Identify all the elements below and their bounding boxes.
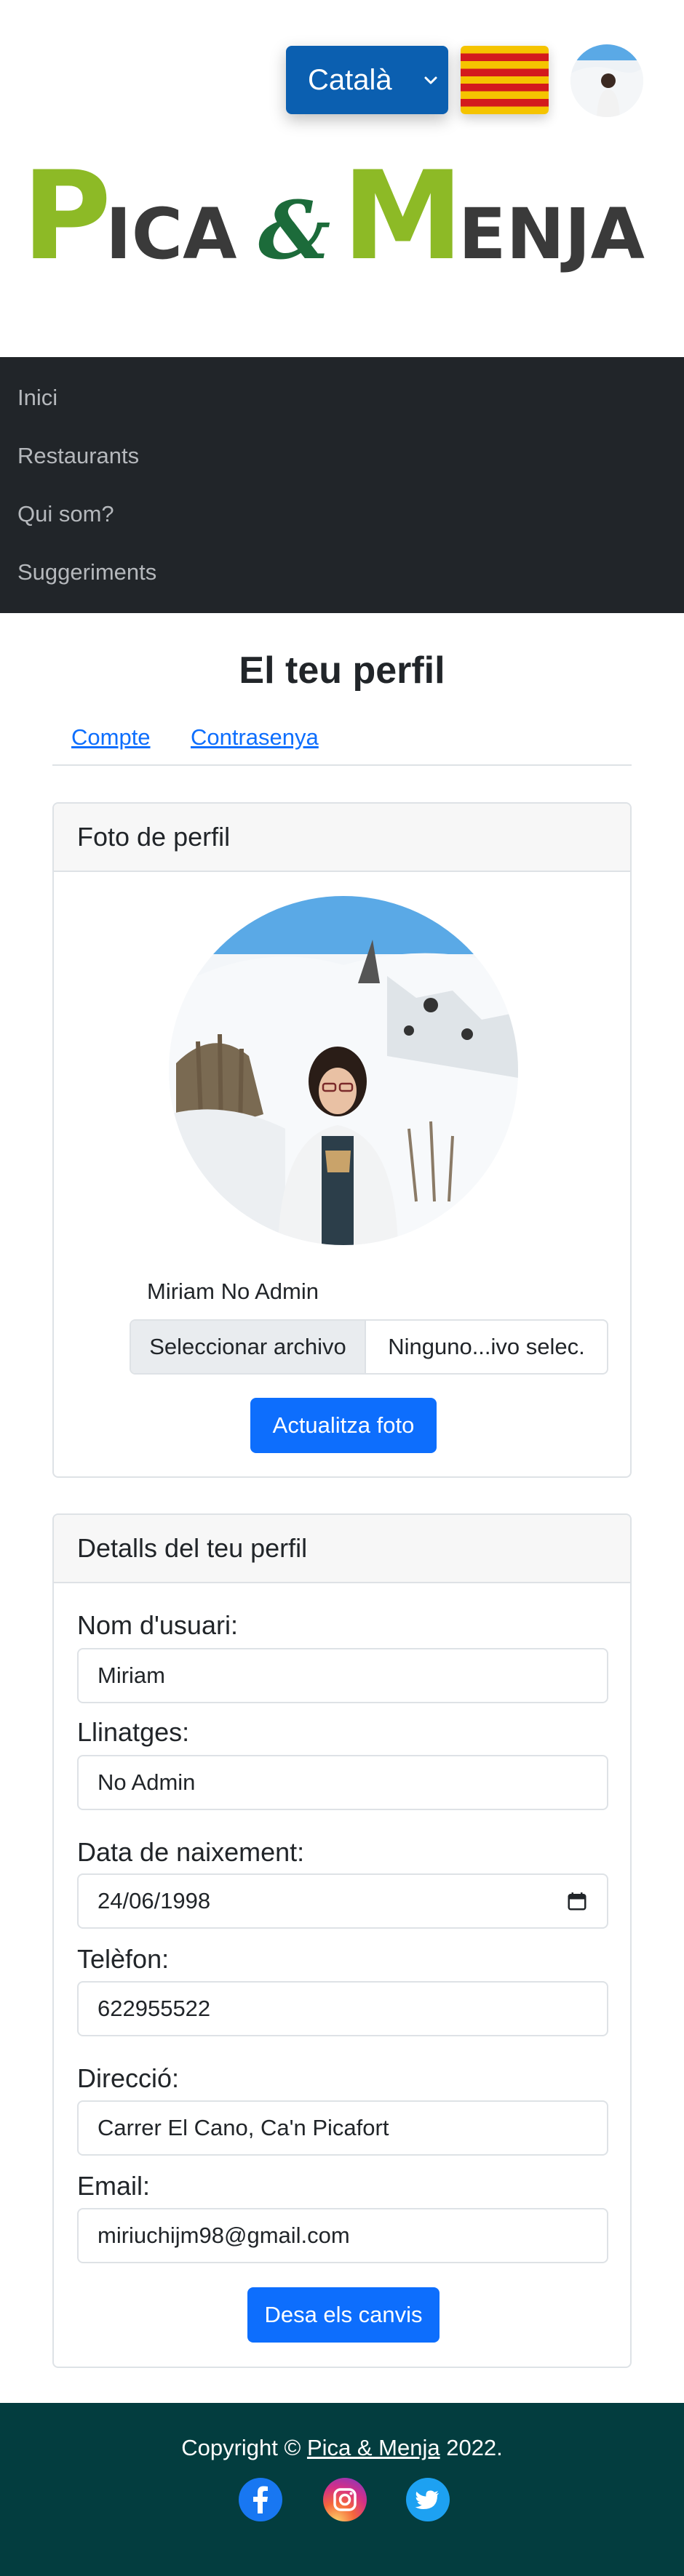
profile-details-card-header: Detalls del teu perfil [54,1515,630,1583]
username-field[interactable]: Miriam [77,1648,608,1703]
phone-field[interactable]: 622955522 [77,1981,608,2036]
site-footer: Copyright © Pica & Menja 2022. [0,2403,684,2576]
svg-text:&: & [258,183,330,277]
language-select-value: Català [308,63,392,96]
profile-details-card: Detalls del teu perfil Nom d'usuari: Mir… [52,1513,632,2368]
birthdate-label: Data de naixement: [77,1837,305,1867]
copyright-text: Copyright © Pica & Menja 2022. [0,2435,684,2461]
username-label: Nom d'usuari: [77,1610,238,1640]
chevron-down-icon [424,76,437,84]
user-avatar[interactable] [570,44,643,117]
brand-link[interactable]: Pica & Menja [307,2435,440,2460]
copyright-year: 2022. [440,2435,503,2460]
svg-text:P: P [22,149,111,280]
pica-menja-logo[interactable]: P ICA & M ENJA [22,149,662,280]
nav-item-qui-som[interactable]: Qui som? [17,501,114,527]
nav-item-restaurants[interactable]: Restaurants [17,443,139,469]
svg-text:ENJA: ENJA [458,193,645,275]
main-navbar: Inici Restaurants Qui som? Suggeriments [0,357,684,613]
choose-file-button[interactable]: Seleccionar archivo [131,1321,366,1373]
instagram-icon[interactable] [322,2477,367,2522]
birthdate-value: 24/06/1998 [98,1888,211,1913]
profile-photo-file-input[interactable]: Seleccionar archivo Ninguno...ivo selec. [130,1319,608,1375]
profile-photo-card: Foto de perfil Miriam No Admin Seleccion… [52,802,632,1478]
profile-photo-card-header: Foto de perfil [54,804,630,872]
nav-item-suggeriments[interactable]: Suggeriments [17,559,156,585]
update-photo-button[interactable]: Actualitza foto [250,1398,437,1453]
address-label: Direcció: [77,2063,180,2093]
catalan-flag-icon [461,46,549,114]
copyright-prefix: Copyright © [181,2435,307,2460]
surnames-label: Llinatges: [77,1717,190,1747]
email-field[interactable]: miriuchijm98@gmail.com [77,2208,608,2263]
tab-compte[interactable]: Compte [71,724,151,751]
facebook-icon[interactable] [238,2477,283,2522]
svg-text:ICA: ICA [106,193,236,275]
language-select[interactable]: Català [286,46,448,114]
profile-photo [169,896,518,1245]
birthdate-field[interactable]: 24/06/1998 [77,1873,608,1929]
phone-label: Telèfon: [77,1944,170,1974]
nav-item-inici[interactable]: Inici [17,385,57,411]
address-field[interactable]: Carrer El Cano, Ca'n Picafort [77,2100,608,2156]
email-label: Email: [77,2171,151,2201]
tab-contrasenya[interactable]: Contrasenya [191,724,319,751]
profile-tabs: Compte Contrasenya [52,720,632,766]
calendar-icon[interactable] [566,1890,588,1912]
profile-full-name: Miriam No Admin [147,1279,319,1304]
site-header: Català P ICA & M ENJA [0,0,684,357]
twitter-icon[interactable] [405,2477,450,2522]
surnames-field[interactable]: No Admin [77,1755,608,1810]
page-title: El teu perfil [239,649,445,692]
selected-file-name: Ninguno...ivo selec. [388,1334,585,1359]
svg-text:M: M [342,149,464,280]
save-changes-button[interactable]: Desa els canvis [247,2287,440,2343]
